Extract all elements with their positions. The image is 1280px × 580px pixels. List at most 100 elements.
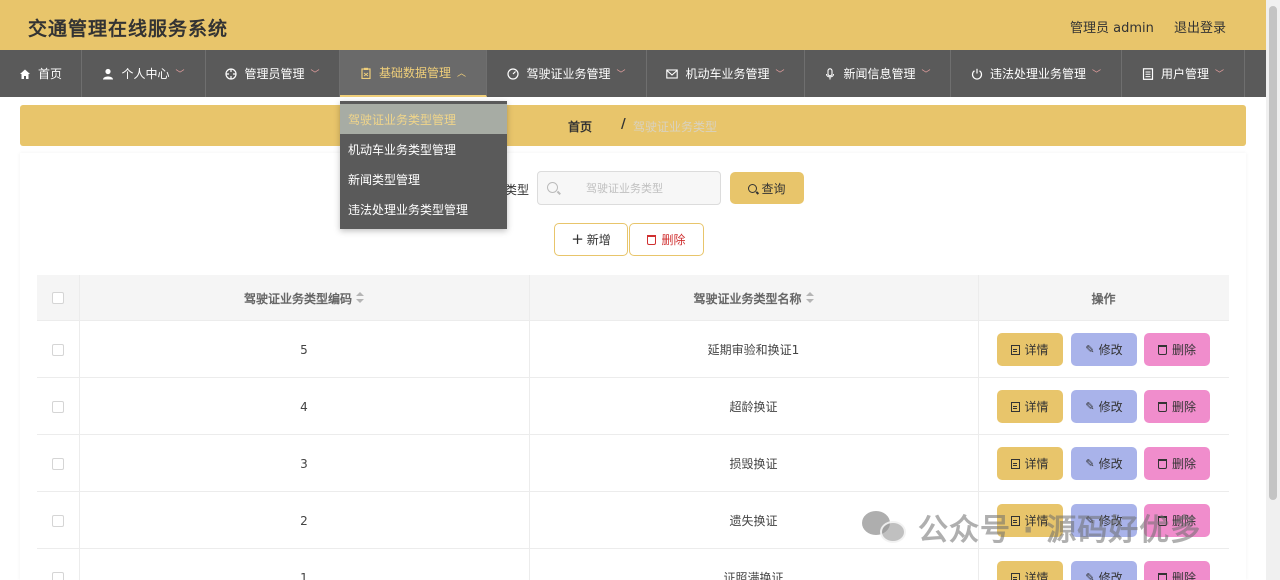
sort-icon[interactable] bbox=[356, 292, 364, 304]
plus-icon: + bbox=[571, 230, 584, 248]
row-checkbox[interactable] bbox=[52, 344, 64, 356]
delete-button[interactable]: 删除 bbox=[1144, 333, 1210, 366]
table-row: 1 证照满换证 详情 ✎ 修改 删除 bbox=[37, 549, 1229, 580]
column-divider bbox=[978, 378, 979, 434]
table-row: 3 损毁换证 详情 ✎ 修改 删除 bbox=[37, 435, 1229, 492]
home-icon bbox=[19, 69, 30, 79]
nav-item-admin-management[interactable]: 管理员管理 ﹀ bbox=[206, 50, 340, 97]
chevron-down-icon: ﹀ bbox=[310, 70, 320, 80]
scrollbar-thumb[interactable] bbox=[1269, 6, 1277, 500]
column-divider bbox=[978, 492, 979, 548]
column-header-name[interactable]: 驾驶证业务类型名称 bbox=[529, 275, 978, 321]
pencil-icon: ✎ bbox=[1085, 400, 1095, 413]
chevron-up-icon: ︿ bbox=[457, 69, 467, 79]
column-header-actions: 操作 bbox=[1091, 291, 1116, 306]
search-input[interactable] bbox=[537, 171, 721, 205]
table-row: 5 延期审验和换证1 详情 ✎ 修改 删除 bbox=[37, 321, 1229, 378]
column-divider bbox=[978, 321, 979, 377]
detail-button[interactable]: 详情 bbox=[997, 561, 1063, 580]
batch-delete-button[interactable]: 删除 bbox=[629, 223, 704, 256]
breadcrumb: 首页 / 驾驶证业务类型 bbox=[20, 105, 1246, 146]
dropdown-item-news-type[interactable]: 新闻类型管理 bbox=[340, 164, 507, 194]
main-nav: 首页 个人中心 ﹀ 管理员管理 ﹀ 基础数据管理 ︿ 驾驶证业务管理 ﹀ 机动车… bbox=[0, 50, 1266, 97]
nav-item-basic-data-management[interactable]: 基础数据管理 ︿ bbox=[340, 50, 487, 97]
dropdown-item-license-type[interactable]: 驾驶证业务类型管理 bbox=[340, 104, 507, 134]
query-button[interactable]: 查询 bbox=[730, 172, 804, 204]
document-icon bbox=[1011, 344, 1021, 355]
chevron-down-icon: ﹀ bbox=[616, 70, 626, 80]
search-icon bbox=[547, 182, 558, 193]
edit-button[interactable]: ✎ 修改 bbox=[1071, 390, 1137, 423]
nav-item-home[interactable]: 首页 bbox=[0, 50, 82, 97]
detail-button[interactable]: 详情 bbox=[997, 504, 1063, 537]
delete-button[interactable]: 删除 bbox=[1144, 390, 1210, 423]
detail-button[interactable]: 详情 bbox=[997, 390, 1063, 423]
add-button-label: 新增 bbox=[586, 233, 611, 247]
table-row: 4 超龄换证 详情 ✎ 修改 删除 bbox=[37, 378, 1229, 435]
dropdown-item-violation-type[interactable]: 违法处理业务类型管理 bbox=[340, 194, 507, 224]
sort-icon[interactable] bbox=[805, 292, 814, 304]
basic-data-dropdown: 驾驶证业务类型管理 机动车业务类型管理 新闻类型管理 违法处理业务类型管理 bbox=[340, 101, 507, 229]
trash-icon bbox=[1157, 344, 1167, 355]
vertical-scrollbar[interactable] bbox=[1266, 0, 1280, 580]
detail-button[interactable]: 详情 bbox=[997, 447, 1063, 480]
row-checkbox[interactable] bbox=[52, 515, 64, 527]
app-title: 交通管理在线服务系统 bbox=[28, 18, 229, 40]
pencil-icon: ✎ bbox=[1085, 571, 1095, 580]
dropdown-item-vehicle-type[interactable]: 机动车业务类型管理 bbox=[340, 134, 507, 164]
edit-button[interactable]: ✎ 修改 bbox=[1071, 561, 1137, 580]
nav-label: 首页 bbox=[37, 67, 62, 81]
nav-item-license-business[interactable]: 驾驶证业务管理 ﹀ bbox=[487, 50, 647, 97]
add-button[interactable]: + 新增 bbox=[554, 223, 628, 256]
search-icon bbox=[748, 183, 758, 193]
logout-link[interactable]: 退出登录 bbox=[1174, 17, 1226, 36]
nav-item-news-management[interactable]: 新闻信息管理 ﹀ bbox=[805, 50, 951, 97]
chevron-down-icon: ﹀ bbox=[1092, 70, 1102, 80]
chevron-down-icon: ﹀ bbox=[175, 70, 185, 80]
document-icon bbox=[1011, 458, 1021, 469]
delete-button[interactable]: 删除 bbox=[1144, 447, 1210, 480]
trash-icon bbox=[1157, 515, 1167, 526]
power-icon bbox=[971, 68, 982, 80]
row-checkbox[interactable] bbox=[52, 572, 64, 580]
detail-button[interactable]: 详情 bbox=[997, 333, 1063, 366]
nav-label: 基础数据管理 bbox=[378, 66, 451, 80]
chevron-down-icon: ﹀ bbox=[921, 70, 931, 80]
breadcrumb-separator: / bbox=[621, 117, 626, 132]
nav-item-personal-center[interactable]: 个人中心 ﹀ bbox=[82, 50, 206, 97]
nav-label: 管理员管理 bbox=[244, 67, 305, 81]
select-all-checkbox[interactable] bbox=[52, 292, 64, 304]
pencil-icon: ✎ bbox=[1085, 514, 1095, 527]
cell-name: 损毁换证 bbox=[729, 457, 778, 471]
table-header: 驾驶证业务类型编码 驾驶证业务类型名称 操作 bbox=[37, 275, 1229, 321]
microphone-icon bbox=[826, 67, 835, 79]
nav-item-user-management[interactable]: 用户管理 ﹀ bbox=[1122, 50, 1245, 97]
query-button-label: 查询 bbox=[761, 181, 786, 196]
edit-button[interactable]: ✎ 修改 bbox=[1071, 447, 1137, 480]
table-row: 2 遗失换证 详情 ✎ 修改 删除 bbox=[37, 492, 1229, 549]
clipboard-icon bbox=[361, 67, 371, 79]
breadcrumb-home[interactable]: 首页 bbox=[568, 118, 592, 135]
nav-label: 用户管理 bbox=[1160, 67, 1209, 81]
cell-code: 1 bbox=[300, 570, 308, 580]
row-checkbox[interactable] bbox=[52, 401, 64, 413]
cell-code: 5 bbox=[300, 342, 308, 357]
edit-button[interactable]: ✎ 修改 bbox=[1071, 504, 1137, 537]
chevron-down-icon: ﹀ bbox=[1215, 70, 1225, 80]
cell-name: 证照满换证 bbox=[723, 571, 784, 580]
edit-button[interactable]: ✎ 修改 bbox=[1071, 333, 1137, 366]
delete-button[interactable]: 删除 bbox=[1144, 561, 1210, 580]
row-checkbox[interactable] bbox=[52, 458, 64, 470]
pencil-icon: ✎ bbox=[1085, 457, 1095, 470]
nav-item-violation-business[interactable]: 违法处理业务管理 ﹀ bbox=[951, 50, 1122, 97]
user-icon bbox=[103, 68, 114, 79]
chevron-down-icon: ﹀ bbox=[775, 70, 785, 80]
delete-button[interactable]: 删除 bbox=[1144, 504, 1210, 537]
document-icon bbox=[1011, 515, 1021, 526]
top-header: 交通管理在线服务系统 管理员 admin 退出登录 bbox=[0, 0, 1266, 50]
document-icon bbox=[1011, 572, 1021, 580]
crosshair-icon bbox=[225, 67, 238, 80]
breadcrumb-current: 驾驶证业务类型 bbox=[633, 120, 718, 134]
nav-item-vehicle-business[interactable]: 机动车业务管理 ﹀ bbox=[647, 50, 805, 97]
column-header-code[interactable]: 驾驶证业务类型编码 bbox=[79, 275, 529, 321]
